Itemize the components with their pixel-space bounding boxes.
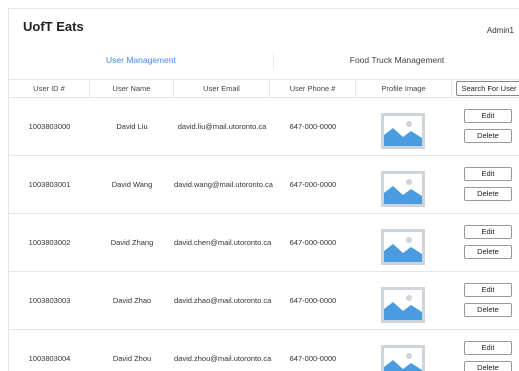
column-header-profile-image: Profile Image	[356, 80, 452, 97]
delete-button[interactable]: Delete	[464, 129, 512, 143]
image-placeholder-icon	[381, 345, 425, 371]
tab-bar: User Management Food Truck Management	[9, 52, 519, 70]
table-header: User ID # User Name User Email User Phon…	[9, 79, 519, 98]
user-phone-cell: 647-000-0000	[289, 354, 337, 363]
edit-button[interactable]: Edit	[464, 341, 512, 355]
user-phone-cell: 647-000-0000	[289, 122, 337, 131]
user-name-cell: David Zhang	[110, 238, 154, 247]
column-header-user-name: User Name	[90, 80, 174, 97]
user-phone-cell: 647-000-0000	[289, 238, 337, 247]
edit-button[interactable]: Edit	[464, 283, 512, 297]
delete-button[interactable]: Delete	[464, 303, 512, 317]
user-name-cell: David Zhao	[112, 296, 152, 305]
user-email-cell: david.chen@mail.utoronto.ca	[174, 238, 272, 247]
app-header: UofT Eats Admin1	[9, 9, 519, 51]
table-row: 1003803000 David Liu david.liu@mail.utor…	[9, 98, 519, 156]
delete-button[interactable]: Delete	[464, 245, 512, 259]
current-user-label[interactable]: Admin1	[487, 26, 514, 35]
user-id-cell: 1003803004	[28, 354, 71, 363]
user-name-cell: David Zhou	[112, 354, 152, 363]
app-title: UofT Eats	[23, 19, 84, 34]
table-row: 1003803003 David Zhao david.zhao@mail.ut…	[9, 272, 519, 330]
user-email-cell: david.zhao@mail.utoronto.ca	[174, 296, 272, 305]
user-phone-cell: 647-000-0000	[289, 180, 337, 189]
user-phone-cell: 647-000-0000	[289, 296, 337, 305]
image-placeholder-icon	[381, 287, 425, 323]
user-name-cell: David Liu	[116, 122, 148, 131]
tab-user-management[interactable]: User Management	[9, 52, 274, 70]
user-name-cell: David Wang	[111, 180, 153, 189]
edit-button[interactable]: Edit	[464, 109, 512, 123]
user-id-cell: 1003803000	[28, 122, 71, 131]
edit-button[interactable]: Edit	[464, 225, 512, 239]
image-placeholder-icon	[381, 229, 425, 265]
delete-button[interactable]: Delete	[464, 187, 512, 201]
delete-button[interactable]: Delete	[464, 361, 512, 371]
app-window: UofT Eats Admin1 User Management Food Tr…	[8, 8, 519, 371]
table-row: 1003803002 David Zhang david.chen@mail.u…	[9, 214, 519, 272]
search-for-user-button[interactable]: Search For User	[456, 81, 519, 96]
column-header-user-phone: User Phone #	[270, 80, 356, 97]
column-header-user-id: User ID #	[9, 80, 90, 97]
edit-button[interactable]: Edit	[464, 167, 512, 181]
image-placeholder-icon	[381, 171, 425, 207]
image-placeholder-icon	[381, 113, 425, 149]
tab-food-truck-management[interactable]: Food Truck Management	[274, 52, 519, 70]
user-id-cell: 1003803003	[28, 296, 71, 305]
column-header-user-email: User Email	[174, 80, 270, 97]
user-id-cell: 1003803002	[28, 238, 71, 247]
table-row: 1003803001 David Wang david.wang@mail.ut…	[9, 156, 519, 214]
user-email-cell: david.liu@mail.utoronto.ca	[177, 122, 267, 131]
user-email-cell: david.zhou@mail.utoronto.ca	[174, 354, 272, 363]
table-row: 1003803004 David Zhou david.zhou@mail.ut…	[9, 330, 519, 371]
user-id-cell: 1003803001	[28, 180, 71, 189]
user-email-cell: david.wang@mail.utoronto.ca	[174, 180, 273, 189]
